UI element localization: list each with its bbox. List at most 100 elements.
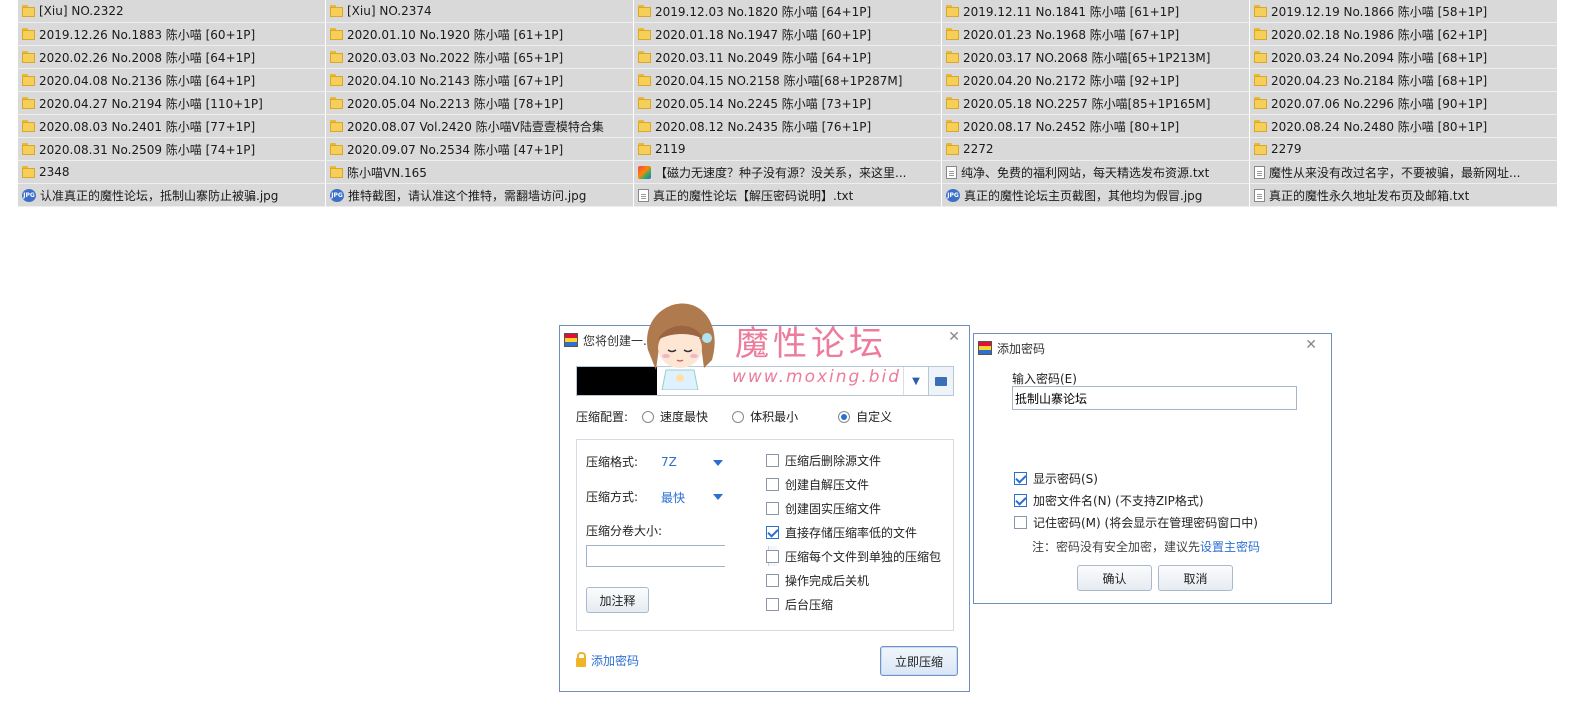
checkbox[interactable]	[766, 478, 779, 491]
file-item[interactable]: 2020.08.03 No.2401 陈小喵 [77+1P]	[18, 115, 326, 138]
radio-smallest[interactable]	[732, 410, 745, 423]
chevron-down-icon[interactable]: ▼	[903, 367, 928, 395]
file-item[interactable]: 2020.01.23 No.1968 陈小喵 [67+1P]	[942, 23, 1250, 46]
password-input-label: 输入密码(E)	[1012, 372, 1077, 386]
file-item[interactable]: 2019.12.26 No.1883 陈小喵 [60+1P]	[18, 23, 326, 46]
confirm-button[interactable]: 确认	[1077, 565, 1152, 591]
cancel-button[interactable]: 取消	[1158, 565, 1233, 591]
file-item[interactable]: 陈小喵VN.165	[326, 161, 634, 184]
split-size-input[interactable]	[587, 546, 768, 566]
file-item[interactable]: 魔性从来没有改过名字，不要被骗，最新网址...	[1250, 161, 1558, 184]
checkbox[interactable]	[1014, 472, 1027, 485]
split-size-combo[interactable]	[586, 545, 777, 567]
compress-now-button[interactable]: 立即压缩	[880, 646, 958, 676]
file-item[interactable]: JPG 推特截图，请认准这个推特，需翻墙访问.jpg	[326, 184, 634, 207]
file-item[interactable]: 2020.08.31 No.2509 陈小喵 [74+1P]	[18, 138, 326, 161]
folder-icon	[946, 5, 959, 17]
file-item[interactable]: 2020.04.27 No.2194 陈小喵 [110+1P]	[18, 92, 326, 115]
file-item[interactable]: 2020.04.23 No.2184 陈小喵 [68+1P]	[1250, 69, 1558, 92]
close-icon[interactable]: ✕	[948, 329, 960, 345]
file-item[interactable]: 真正的魔性永久地址发布页及邮箱.txt	[1250, 184, 1558, 207]
file-item[interactable]: 2020.01.18 No.1947 陈小喵 [60+1P]	[634, 23, 942, 46]
checkbox[interactable]	[766, 454, 779, 467]
file-item[interactable]: [Xiu] NO.2374	[326, 0, 634, 23]
add-comment-button[interactable]: 加注释	[586, 587, 649, 613]
file-item[interactable]: 2020.07.06 No.2296 陈小喵 [90+1P]	[1250, 92, 1558, 115]
method-select-value[interactable]: 最快	[661, 489, 685, 506]
compress-option-checkbox-row[interactable]: 压缩后删除源文件	[766, 452, 881, 469]
file-item[interactable]: 2020.05.14 No.2245 陈小喵 [73+1P]	[634, 92, 942, 115]
file-item[interactable]: 2020.04.08 No.2136 陈小喵 [64+1P]	[18, 69, 326, 92]
file-item[interactable]: 2020.08.24 No.2480 陈小喵 [80+1P]	[1250, 115, 1558, 138]
file-item[interactable]: 2020.05.04 No.2213 陈小喵 [78+1P]	[326, 92, 634, 115]
password-option-checkbox-row[interactable]: 显示密码(S)	[1014, 470, 1098, 487]
file-item[interactable]: 2020.03.03 No.2022 陈小喵 [65+1P]	[326, 46, 634, 69]
folder-icon	[638, 5, 651, 17]
format-select-value[interactable]: 7Z	[661, 455, 677, 469]
file-item[interactable]: 2020.08.07 Vol.2420 陈小喵V陆壹壹模特合集	[326, 115, 634, 138]
config-option-fastest[interactable]: 速度最快	[642, 408, 708, 425]
compress-option-checkbox-row[interactable]: 压缩每个文件到单独的压缩包	[766, 548, 941, 565]
checkbox[interactable]	[1014, 494, 1027, 507]
file-name: 2020.04.27 No.2194 陈小喵 [110+1P]	[39, 96, 263, 111]
set-master-password-link[interactable]: 设置主密码	[1200, 540, 1260, 554]
file-item[interactable]: 2020.05.18 NO.2257 陈小喵[85+1P165M]	[942, 92, 1250, 115]
checkbox[interactable]	[766, 574, 779, 587]
file-item[interactable]: 2019.12.11 No.1841 陈小喵 [61+1P]	[942, 0, 1250, 23]
file-item[interactable]: JPG 真正的魔性论坛主页截图，其他均为假冒.jpg	[942, 184, 1250, 207]
checkbox[interactable]	[766, 598, 779, 611]
compress-option-checkbox-row[interactable]: 创建固实压缩文件	[766, 500, 881, 517]
file-item[interactable]: JPG 认准真正的魔性论坛，抵制山寨防止被骗.jpg	[18, 184, 326, 207]
radio-fastest[interactable]	[642, 410, 655, 423]
file-item[interactable]: 2020.03.24 No.2094 陈小喵 [68+1P]	[1250, 46, 1558, 69]
file-item[interactable]: [Xiu] NO.2322	[18, 0, 326, 23]
password-option-checkbox-row[interactable]: 加密文件名(N) (不支持ZIP格式)	[1014, 492, 1204, 509]
file-item[interactable]: 2019.12.03 No.1820 陈小喵 [64+1P]	[634, 0, 942, 23]
compress-option-checkbox-row[interactable]: 创建自解压文件	[766, 476, 869, 493]
file-item[interactable]: 2020.02.26 No.2008 陈小喵 [64+1P]	[18, 46, 326, 69]
file-item[interactable]: 2020.04.10 No.2143 陈小喵 [67+1P]	[326, 69, 634, 92]
file-item[interactable]: 2020.08.12 No.2435 陈小喵 [76+1P]	[634, 115, 942, 138]
file-item[interactable]: 2020.09.07 No.2534 陈小喵 [47+1P]	[326, 138, 634, 161]
compress-option-checkbox-row[interactable]: 直接存储压缩率低的文件	[766, 524, 917, 541]
password-option-checkbox-row[interactable]: 记住密码(M) (将会显示在管理密码窗口中)	[1014, 514, 1258, 531]
format-dropdown-arrow-icon[interactable]	[713, 460, 723, 466]
config-option-smallest[interactable]: 体积最小	[732, 408, 798, 425]
file-name: 2019.12.19 No.1866 陈小喵 [58+1P]	[1271, 4, 1488, 19]
file-item[interactable]: 2119	[634, 138, 942, 161]
file-item[interactable]: 2020.01.10 No.1920 陈小喵 [61+1P]	[326, 23, 634, 46]
file-item[interactable]: 【磁力无速度？种子没有源？没关系，来这里...	[634, 161, 942, 184]
file-item[interactable]: 2279	[1250, 138, 1558, 161]
format-label: 压缩格式:	[586, 455, 639, 469]
folder-icon	[22, 143, 35, 155]
file-name: 真正的魔性永久地址发布页及邮箱.txt	[1269, 188, 1470, 203]
file-name: 2020.03.11 No.2049 陈小喵 [64+1P]	[655, 50, 872, 65]
method-dropdown-arrow-icon[interactable]	[713, 494, 723, 500]
file-item[interactable]: 2020.04.20 No.2172 陈小喵 [92+1P]	[942, 69, 1250, 92]
file-item[interactable]: 纯净、免费的福利网站，每天精选发布资源.txt	[942, 161, 1250, 184]
password-input[interactable]	[1012, 386, 1297, 410]
file-item[interactable]: 2020.04.15 NO.2158 陈小喵[68+1P287M]	[634, 69, 942, 92]
checkbox[interactable]	[766, 526, 779, 539]
file-item[interactable]: 2019.12.19 No.1866 陈小喵 [58+1P]	[1250, 0, 1558, 23]
config-option-custom[interactable]: 自定义	[838, 408, 892, 425]
file-item[interactable]: 2348	[18, 161, 326, 184]
radio-custom[interactable]	[838, 410, 851, 423]
file-item[interactable]: 2020.03.11 No.2049 陈小喵 [64+1P]	[634, 46, 942, 69]
add-password-link[interactable]: 添加密码	[576, 652, 639, 669]
close-icon[interactable]: ✕	[1305, 337, 1317, 353]
file-item[interactable]: 2020.03.17 NO.2068 陈小喵[65+1P213M]	[942, 46, 1250, 69]
file-item[interactable]: 2020.02.18 No.1986 陈小喵 [62+1P]	[1250, 23, 1558, 46]
note-text: 注：密码没有安全加密，建议先	[1032, 540, 1201, 554]
checkbox[interactable]	[766, 550, 779, 563]
file-item[interactable]: 2020.08.17 No.2452 陈小喵 [80+1P]	[942, 115, 1250, 138]
checkbox[interactable]	[766, 502, 779, 515]
checkbox[interactable]	[1014, 516, 1027, 529]
browse-folder-button[interactable]	[928, 367, 953, 395]
compress-option-checkbox-row[interactable]: 后台压缩	[766, 596, 833, 613]
password-dialog-titlebar[interactable]: 添加密码 ✕	[974, 334, 1331, 362]
folder-icon	[22, 166, 35, 178]
file-item[interactable]: 2272	[942, 138, 1250, 161]
compress-option-checkbox-row[interactable]: 操作完成后关机	[766, 572, 869, 589]
file-item[interactable]: 真正的魔性论坛【解压密码说明】.txt	[634, 184, 942, 207]
